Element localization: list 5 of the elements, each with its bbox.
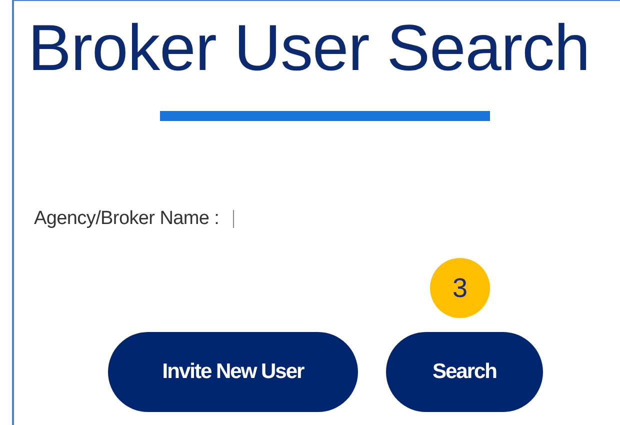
field-label: Agency/Broker Name : bbox=[34, 208, 220, 230]
action-button[interactable]: Search bbox=[386, 332, 543, 412]
step-badge: 3 bbox=[430, 258, 490, 318]
action-button[interactable]: Invite New User bbox=[108, 332, 358, 412]
page-title: Broker User Search bbox=[27, 10, 591, 81]
